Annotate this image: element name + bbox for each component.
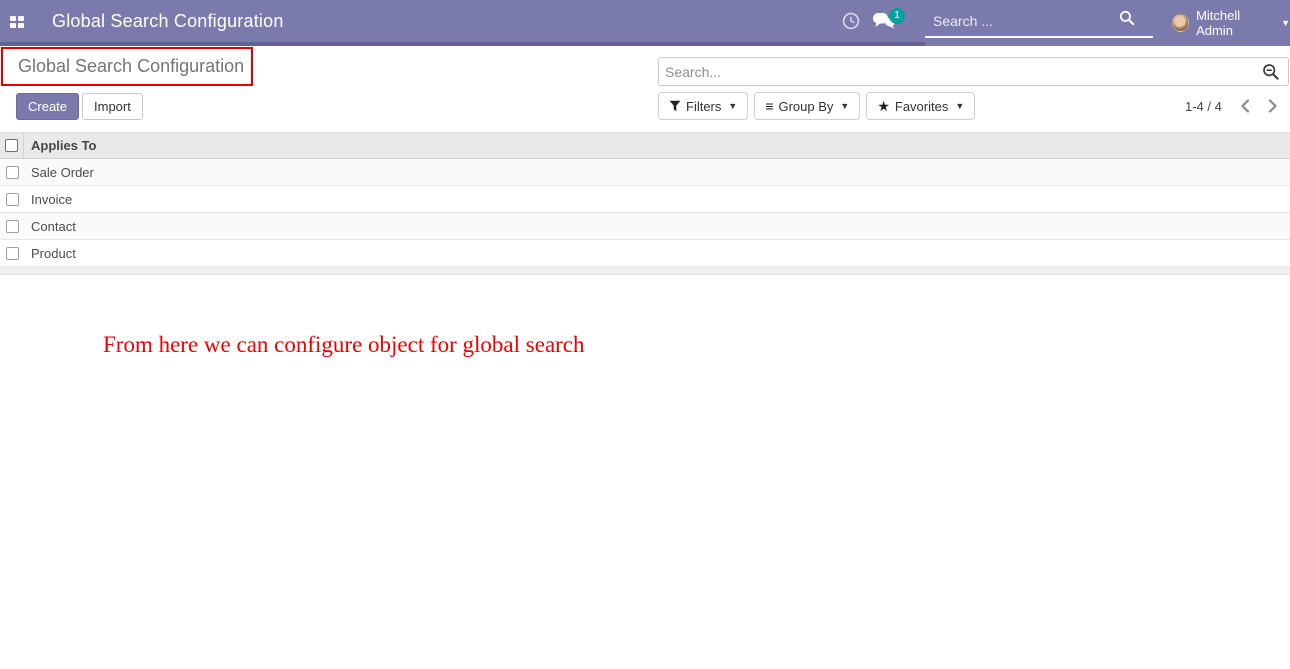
table-row[interactable]: Product (0, 240, 1290, 267)
row-cell[interactable]: Product (24, 246, 76, 261)
user-menu[interactable]: Mitchell Admin ▼ (1172, 12, 1290, 34)
star-icon: ★ (877, 99, 890, 113)
navbar-bottom-border (0, 42, 925, 46)
page: Global Search Configuration 1 Mitchell A… (0, 0, 1290, 669)
filters-label: Filters (686, 99, 721, 114)
table-row[interactable]: Sale Order (0, 159, 1290, 186)
user-avatar (1172, 14, 1189, 32)
row-cell[interactable]: Contact (24, 219, 76, 234)
import-button[interactable]: Import (82, 93, 143, 120)
list-view: Applies To Sale Order Invoice Contact Pr… (0, 132, 1290, 267)
row-cell[interactable]: Sale Order (24, 165, 94, 180)
pager-next-button[interactable] (1264, 96, 1282, 116)
navbar-search (925, 8, 1153, 38)
navbar-search-input[interactable] (933, 10, 1113, 32)
favorites-label: Favorites (895, 99, 948, 114)
chevron-down-icon: ▼ (840, 101, 849, 111)
row-checkbox[interactable] (6, 193, 19, 206)
pager-range: 1-4 / 4 (1185, 99, 1222, 114)
top-navbar: Global Search Configuration 1 Mitchell A… (0, 0, 1290, 46)
breadcrumb-highlight-box: Global Search Configuration (1, 47, 253, 86)
row-cell[interactable]: Invoice (24, 192, 72, 207)
table-row[interactable]: Invoice (0, 186, 1290, 213)
search-panel (658, 57, 1289, 86)
pager: 1-4 / 4 (1185, 92, 1282, 120)
apps-menu-icon[interactable] (10, 16, 24, 28)
group-by-list-icon: ≡ (765, 99, 773, 113)
activities-clock-icon[interactable] (842, 12, 860, 30)
list-footer-strip (0, 267, 1290, 275)
filter-bar: Filters ▼ ≡ Group By ▼ ★ Favorites ▼ (658, 92, 975, 120)
user-name: Mitchell Admin (1196, 8, 1275, 38)
chevron-down-icon: ▼ (728, 101, 737, 111)
filters-button[interactable]: Filters ▼ (658, 92, 748, 120)
row-checkbox[interactable] (6, 220, 19, 233)
row-checkbox[interactable] (6, 247, 19, 260)
create-button[interactable]: Create (16, 93, 79, 120)
row-checkbox[interactable] (6, 166, 19, 179)
chevron-right-icon (1268, 99, 1278, 113)
filter-funnel-icon (669, 100, 681, 112)
group-by-label: Group By (778, 99, 833, 114)
list-header-row: Applies To (0, 132, 1290, 159)
navbar-search-underline (925, 36, 1153, 38)
pager-previous-button[interactable] (1236, 96, 1254, 116)
column-header-applies-to[interactable]: Applies To (24, 138, 96, 153)
annotation-text: From here we can configure object for gl… (103, 332, 585, 358)
group-by-button[interactable]: ≡ Group By ▼ (754, 92, 860, 120)
search-input[interactable] (660, 59, 1260, 84)
navbar-search-icon[interactable] (1119, 10, 1135, 26)
chevron-down-icon: ▼ (955, 101, 964, 111)
messages-badge: 1 (889, 8, 905, 24)
table-row[interactable]: Contact (0, 213, 1290, 240)
chevron-left-icon (1240, 99, 1250, 113)
breadcrumb[interactable]: Global Search Configuration (3, 56, 244, 77)
select-all-checkbox[interactable] (5, 139, 18, 152)
search-magnifier-icon[interactable] (1262, 63, 1280, 81)
favorites-button[interactable]: ★ Favorites ▼ (866, 92, 975, 120)
app-title[interactable]: Global Search Configuration (52, 11, 284, 32)
chevron-down-icon: ▼ (1281, 18, 1290, 28)
